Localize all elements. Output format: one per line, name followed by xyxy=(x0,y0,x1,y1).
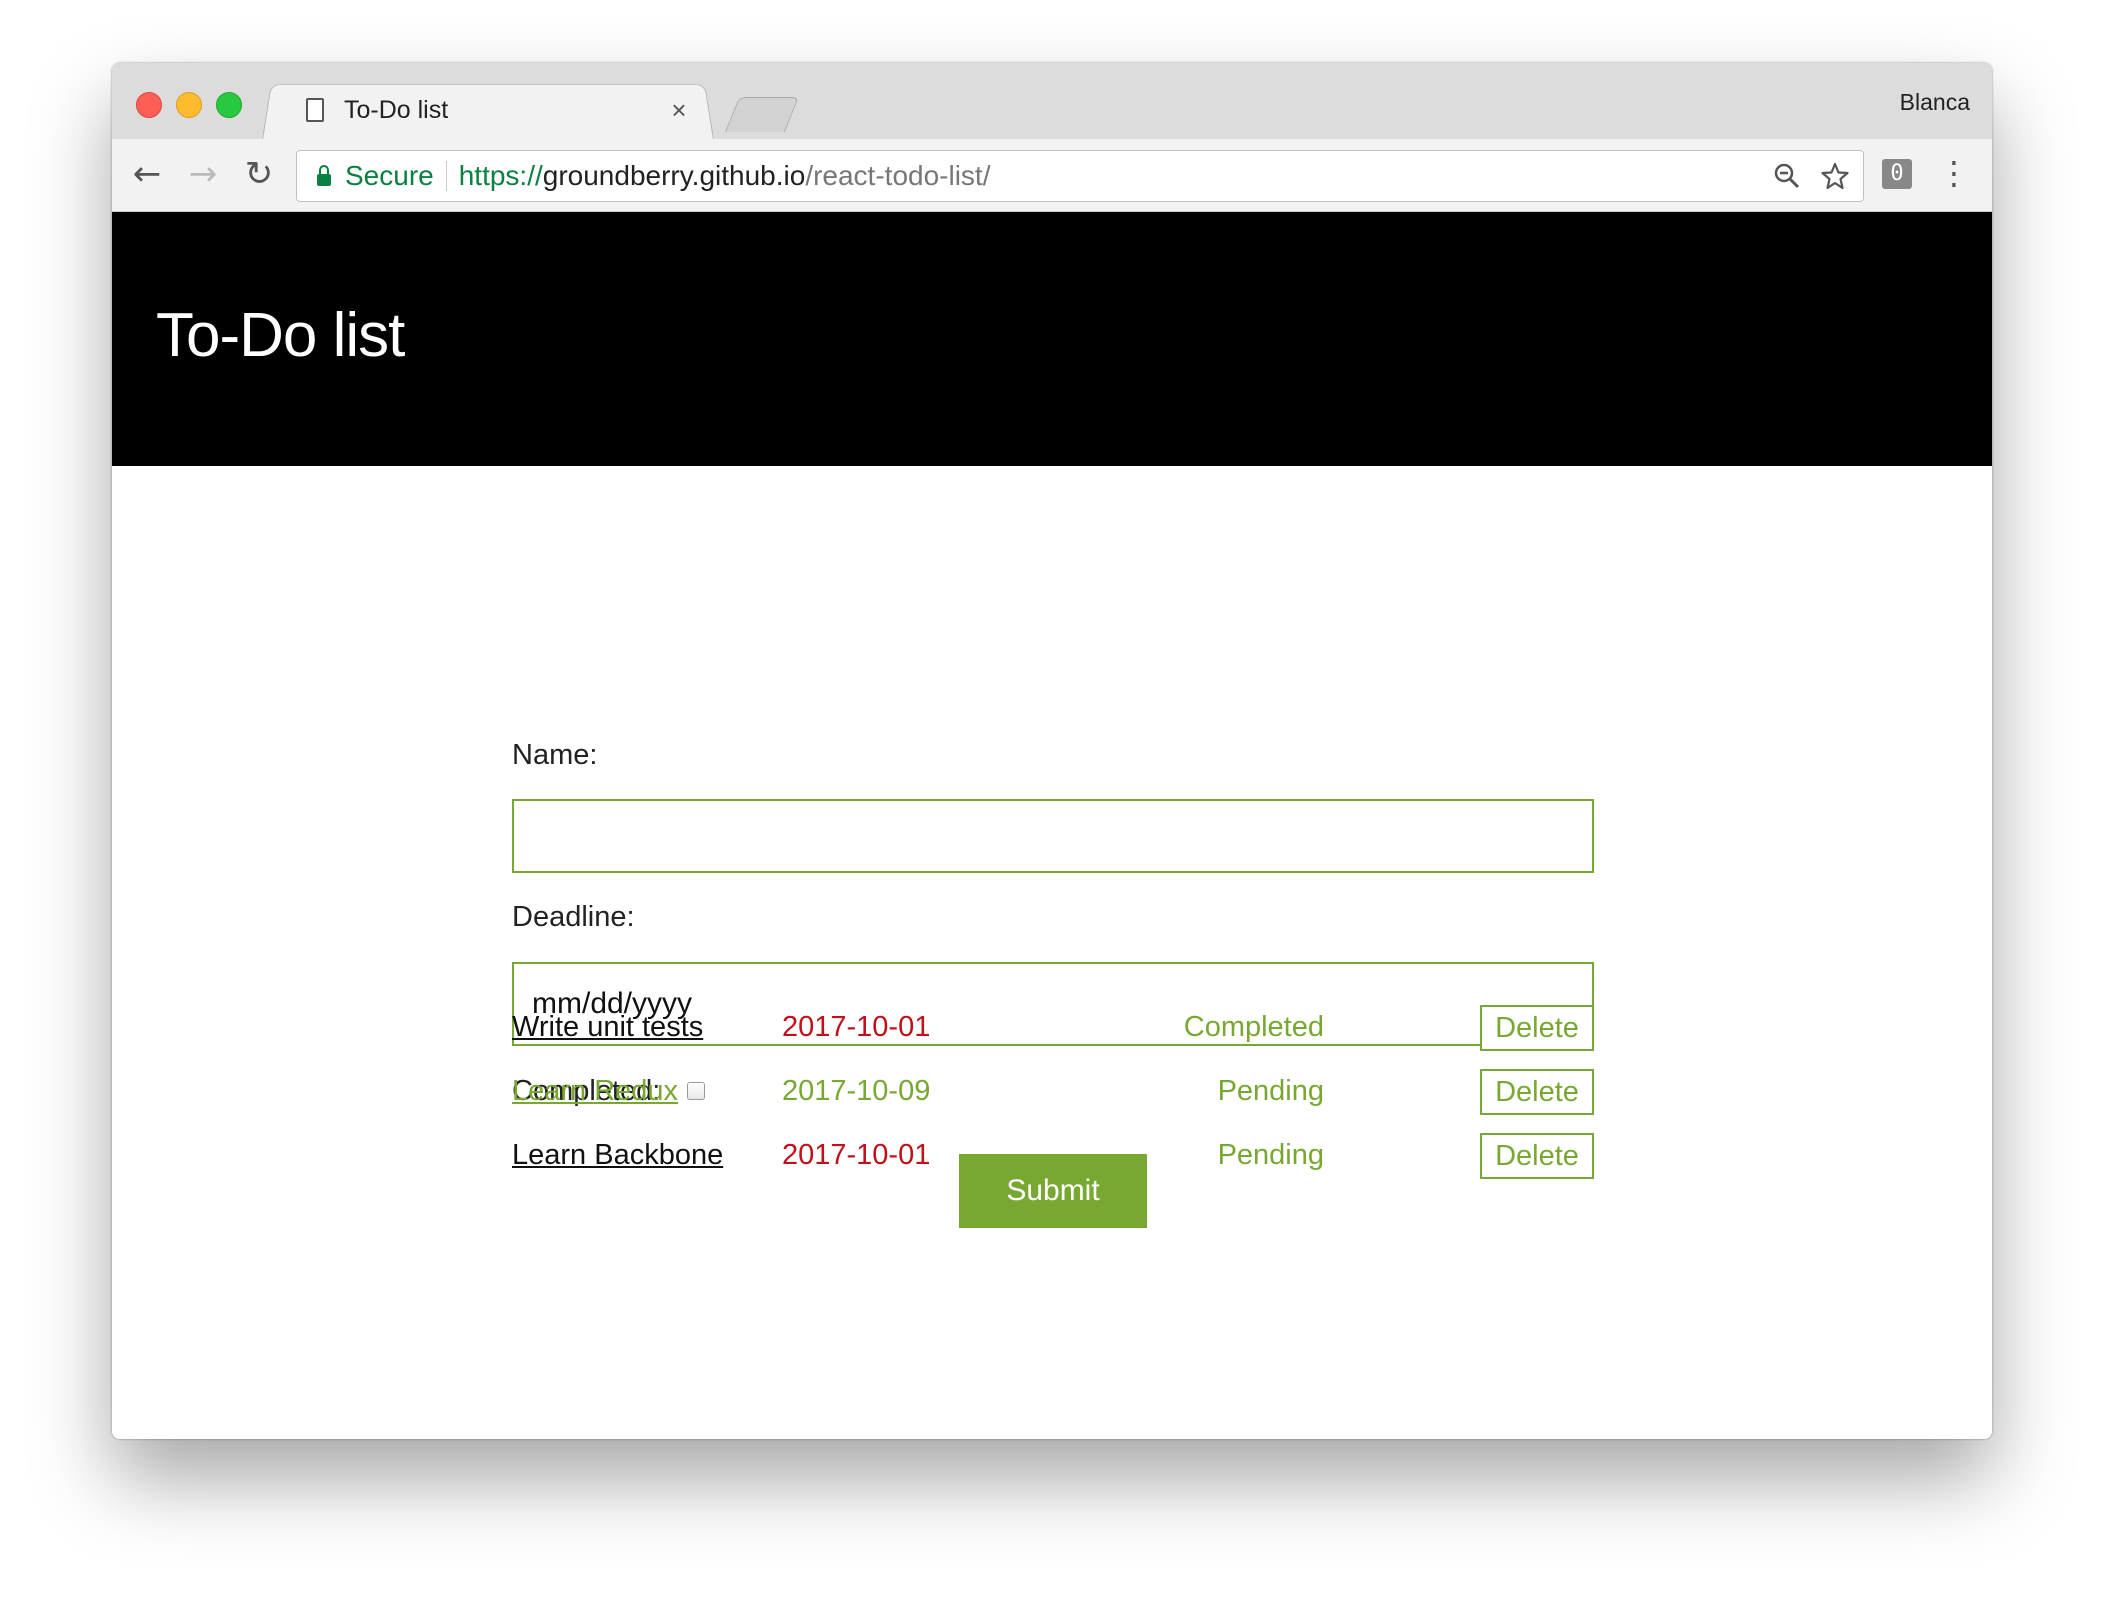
todo-deadline: 2017-10-09 xyxy=(782,1075,931,1107)
web-page: To-Do list Name: Deadline: Completed: Su… xyxy=(112,212,1992,1439)
todo-row: Learn Redux 2017-10-09 Pending Delete xyxy=(512,1069,1594,1115)
browser-toolbar: ← → ↻ Secure https://groundberry.github.… xyxy=(112,139,1992,212)
lock-icon[interactable] xyxy=(317,165,331,186)
address-bar-actions xyxy=(1773,151,1849,201)
url-path[interactable]: /react-todo-list/ xyxy=(805,160,990,192)
page-title: To-Do list xyxy=(156,301,405,370)
active-tab-content[interactable]: To-Do list × xyxy=(292,81,702,139)
todo-row: Write unit tests 2017-10-01 Completed De… xyxy=(512,1005,1594,1051)
browser-window: To-Do list × Blanca ← → ↻ Secure https:/… xyxy=(112,63,1992,1439)
zoom-window-button[interactable] xyxy=(216,92,242,118)
extension-icon[interactable]: 0 xyxy=(1882,159,1912,189)
name-label: Name: xyxy=(512,739,598,771)
todo-deadline: 2017-10-01 xyxy=(782,1139,931,1171)
todo-name-link[interactable]: Learn Backbone xyxy=(512,1139,723,1172)
address-divider xyxy=(445,161,447,191)
forward-arrow-icon[interactable]: → xyxy=(178,149,228,199)
name-input[interactable] xyxy=(512,799,1594,873)
todo-name-link[interactable]: Learn Redux xyxy=(512,1075,678,1108)
reload-icon[interactable]: ↻ xyxy=(234,149,284,199)
close-window-button[interactable] xyxy=(136,92,162,118)
url-scheme[interactable]: https:// xyxy=(459,160,543,192)
delete-button[interactable]: Delete xyxy=(1480,1069,1594,1115)
title-bar: To-Do list × Blanca xyxy=(112,63,1992,140)
todo-status: Completed xyxy=(1183,1011,1324,1043)
tab-title: To-Do list xyxy=(344,95,449,124)
delete-button[interactable]: Delete xyxy=(1480,1133,1594,1179)
todo-status: Pending xyxy=(1217,1139,1324,1171)
page-header: To-Do list xyxy=(112,212,1992,466)
star-icon[interactable] xyxy=(1821,162,1849,190)
todo-deadline: 2017-10-01 xyxy=(782,1011,931,1043)
zoom-icon[interactable] xyxy=(1773,162,1801,190)
url-host[interactable]: groundberry.github.io xyxy=(543,160,806,192)
todo-status: Pending xyxy=(1217,1075,1324,1107)
todo-name-link[interactable]: Write unit tests xyxy=(512,1011,703,1044)
minimize-window-button[interactable] xyxy=(176,92,202,118)
kebab-menu-icon[interactable]: ⋮ xyxy=(1938,153,1970,193)
back-arrow-icon[interactable]: ← xyxy=(122,149,172,199)
todo-row: Learn Backbone 2017-10-01 Pending Delete xyxy=(512,1133,1594,1179)
secure-label[interactable]: Secure xyxy=(345,160,434,192)
tab-close-icon[interactable]: × xyxy=(664,95,694,126)
delete-button[interactable]: Delete xyxy=(1480,1005,1594,1051)
deadline-label: Deadline: xyxy=(512,901,635,933)
page-icon xyxy=(306,98,324,122)
new-tab-button[interactable] xyxy=(724,97,800,132)
address-bar[interactable]: Secure https://groundberry.github.io/rea… xyxy=(296,150,1864,202)
profile-name[interactable]: Blanca xyxy=(1900,89,1970,116)
